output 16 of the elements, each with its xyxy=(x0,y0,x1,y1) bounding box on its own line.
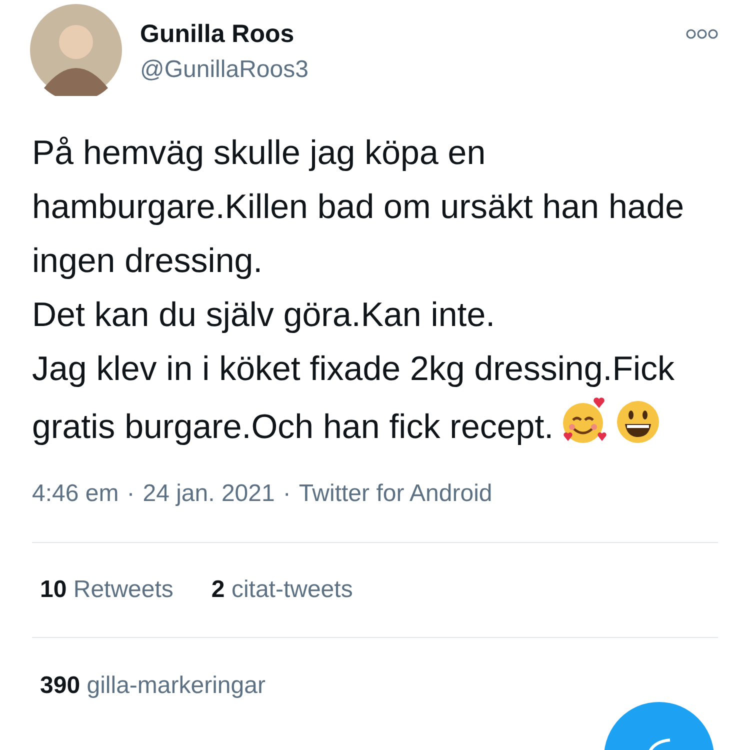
author-name[interactable]: Gunilla Roos xyxy=(140,18,308,50)
avatar[interactable] xyxy=(30,4,122,96)
likes-link[interactable]: 390 gilla-markeringar xyxy=(40,672,266,699)
separator-dot: · xyxy=(126,479,135,509)
stat-link[interactable]: 10 Retweets xyxy=(40,572,174,608)
tweet-text: På hemväg skulle jag köpa en hamburgare.Killen bad om ursäkt han hade ingen dressing. xyxy=(32,133,686,282)
author-handle[interactable]: @GunillaRoos3 xyxy=(140,54,308,86)
tweet-text: Jag klev in i köket fixade 2kg dressing.Fick gratis burgare.Och han fick recept. xyxy=(32,349,676,448)
source-label[interactable]: Twitter for Android xyxy=(298,476,492,512)
tweet-text: Det kan du själv göra.Kan inte. xyxy=(32,295,496,336)
grinning-face-icon xyxy=(616,400,660,444)
stat-link[interactable]: 2 citat-tweets xyxy=(211,572,353,608)
timestamp: 4:46 em xyxy=(32,479,119,509)
more-options-icon[interactable] xyxy=(686,28,718,40)
timestamp: 24 jan. 2021 xyxy=(142,479,275,509)
separator-dot: · xyxy=(282,479,291,509)
